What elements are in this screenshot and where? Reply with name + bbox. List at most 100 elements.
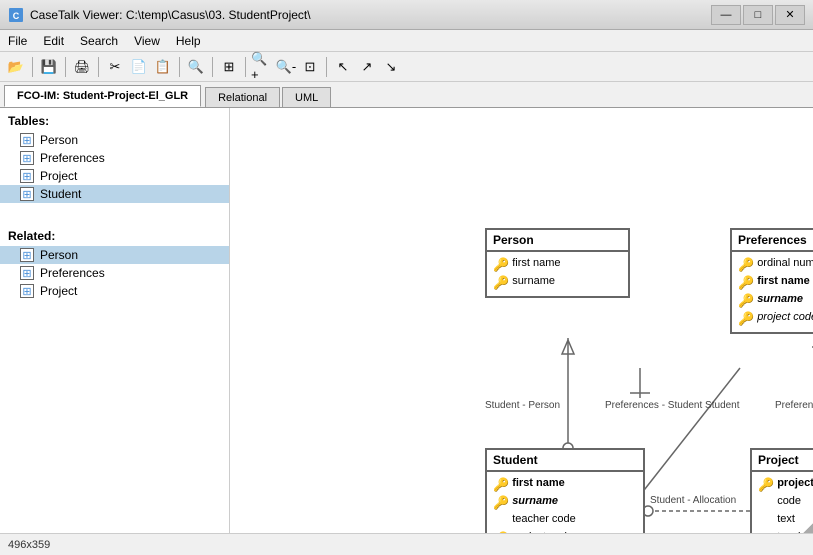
- entity-student-header: Student: [487, 450, 643, 472]
- open-button[interactable]: 📂: [4, 55, 28, 79]
- menu-item-file[interactable]: File: [0, 30, 35, 51]
- copy-button[interactable]: 📄: [127, 55, 151, 79]
- tab-bar: FCO-IM: Student-Project-El_GLR Relationa…: [0, 82, 813, 108]
- entity-preferences-header: Preferences: [732, 230, 813, 252]
- sidebar-item-preferences-table[interactable]: Preferences: [0, 149, 229, 167]
- table-icon-person: [20, 133, 34, 147]
- key-icon-pref-sn: 🔑: [738, 293, 754, 309]
- tab-fco-im[interactable]: FCO-IM: Student-Project-El_GLR: [4, 85, 201, 107]
- app-icon: C: [8, 7, 24, 23]
- table-icon-person-related: [20, 248, 34, 262]
- key-icon-person-sn: 🔑: [493, 275, 509, 291]
- resize-handle[interactable]: [801, 521, 813, 533]
- window-controls: — □ ✕: [711, 5, 805, 25]
- attr-person-surname: 🔑 surname: [493, 274, 622, 292]
- attr-project-projcode: 🔑 project code: [758, 476, 813, 494]
- toolbar-separator-7: [326, 57, 327, 77]
- spacer-icon-student-tc: 🔑: [493, 513, 509, 529]
- related-section-label: Related:: [0, 223, 229, 246]
- tables-section-label: Tables:: [0, 108, 229, 131]
- toolbar-separator-1: [32, 57, 33, 77]
- entity-person-header: Person: [487, 230, 628, 252]
- entity-student[interactable]: Student 🔑 first name 🔑 surname 🔑 teacher…: [485, 448, 645, 533]
- close-button[interactable]: ✕: [775, 5, 805, 25]
- cut-button[interactable]: ✂: [103, 55, 127, 79]
- menu-item-edit[interactable]: Edit: [35, 30, 72, 51]
- key-icon-student-sn: 🔑: [493, 495, 509, 511]
- svg-text:Student - Person: Student - Person: [485, 400, 560, 411]
- main-area: Tables: Person Preferences Project Stude…: [0, 108, 813, 533]
- zoom-in-button[interactable]: 🔍+: [250, 55, 274, 79]
- toolbar-separator-3: [98, 57, 99, 77]
- table-icon-preferences: [20, 151, 34, 165]
- svg-text:Student - Allocation: Student - Allocation: [650, 495, 736, 506]
- entity-person-body: 🔑 first name 🔑 surname: [487, 252, 628, 296]
- menubar: FileEditSearchViewHelp: [0, 30, 813, 52]
- toolbar: 📂 💾 🖨 ✂ 📄 📋 🔍 ⊞ 🔍+ 🔍- ⊡ ↖ ↗ ↘: [0, 52, 813, 82]
- print-button[interactable]: 🖨: [70, 55, 94, 79]
- table-icon-student: [20, 187, 34, 201]
- spacer-icon-project-tc: 🔑: [758, 531, 774, 533]
- table-icon-preferences-related: [20, 266, 34, 280]
- attr-pref-ordinal: 🔑 ordinal number: [738, 256, 813, 274]
- sidebar-item-person-related[interactable]: Person: [0, 246, 229, 264]
- spacer-icon-project-code: 🔑: [758, 495, 774, 511]
- attr-student-surname: 🔑 surname: [493, 494, 637, 512]
- find-button[interactable]: 🔍: [184, 55, 208, 79]
- attr-student-projcode: 🔑 project code: [493, 530, 637, 533]
- pan-button[interactable]: ↘: [379, 55, 403, 79]
- window-title: CaseTalk Viewer: C:\temp\Casus\03. Stude…: [30, 8, 711, 22]
- svg-text:C: C: [13, 11, 20, 21]
- attr-pref-firstname: 🔑 first name: [738, 274, 813, 292]
- key-icon-pref-pc: 🔑: [738, 311, 754, 327]
- sidebar: Tables: Person Preferences Project Stude…: [0, 108, 230, 533]
- toolbar-separator-5: [212, 57, 213, 77]
- select-button[interactable]: ↖: [331, 55, 355, 79]
- sidebar-item-preferences-related[interactable]: Preferences: [0, 264, 229, 282]
- zoom-out-button[interactable]: 🔍-: [274, 55, 298, 79]
- entity-student-body: 🔑 first name 🔑 surname 🔑 teacher code 🔑 …: [487, 472, 643, 533]
- diagram-area[interactable]: Student - Person Preferences - Student S…: [230, 108, 813, 533]
- titlebar: C CaseTalk Viewer: C:\temp\Casus\03. Stu…: [0, 0, 813, 30]
- zoom-fit-button[interactable]: ⊡: [298, 55, 322, 79]
- tab-uml[interactable]: UML: [282, 87, 331, 107]
- attr-student-firstname: 🔑 first name: [493, 476, 637, 494]
- attr-pref-surname: 🔑 surname: [738, 292, 813, 310]
- sidebar-item-student-table[interactable]: Student: [0, 185, 229, 203]
- key-icon-project-pc: 🔑: [758, 477, 774, 493]
- entity-preferences[interactable]: Preferences 🔑 ordinal number 🔑 first nam…: [730, 228, 813, 334]
- arrow-button[interactable]: ↗: [355, 55, 379, 79]
- toolbar-separator-6: [245, 57, 246, 77]
- table-icon-project: [20, 169, 34, 183]
- minimize-button[interactable]: —: [711, 5, 741, 25]
- entity-project-header: Project: [752, 450, 813, 472]
- key-icon-student-fn: 🔑: [493, 477, 509, 493]
- save-button[interactable]: 💾: [37, 55, 61, 79]
- toolbar-separator-4: [179, 57, 180, 77]
- menu-item-view[interactable]: View: [126, 30, 168, 51]
- paste-button[interactable]: 📋: [151, 55, 175, 79]
- status-dimensions: 496x359: [8, 539, 50, 551]
- sidebar-item-project-table[interactable]: Project: [0, 167, 229, 185]
- entity-person[interactable]: Person 🔑 first name 🔑 surname: [485, 228, 630, 298]
- grid-button[interactable]: ⊞: [217, 55, 241, 79]
- menu-item-help[interactable]: Help: [168, 30, 209, 51]
- svg-text:Preferences - Student Student: Preferences - Student Student: [605, 400, 740, 411]
- attr-pref-projcode: 🔑 project code: [738, 310, 813, 328]
- maximize-button[interactable]: □: [743, 5, 773, 25]
- sidebar-item-person-table[interactable]: Person: [0, 131, 229, 149]
- key-icon-pref-fn: 🔑: [738, 275, 754, 291]
- table-icon-project-related: [20, 284, 34, 298]
- key-icon-student-pc: 🔑: [493, 531, 509, 533]
- attr-student-teachercode: 🔑 teacher code: [493, 512, 637, 530]
- sidebar-item-project-related[interactable]: Project: [0, 282, 229, 300]
- key-icon-pref-ord: 🔑: [738, 257, 754, 273]
- attr-person-firstname: 🔑 first name: [493, 256, 622, 274]
- tab-relational[interactable]: Relational: [205, 87, 280, 107]
- menu-item-search[interactable]: Search: [72, 30, 126, 51]
- toolbar-separator-2: [65, 57, 66, 77]
- entity-preferences-body: 🔑 ordinal number 🔑 first name 🔑 surname …: [732, 252, 813, 332]
- key-icon-person-fn: 🔑: [493, 257, 509, 273]
- attr-project-code: 🔑 code: [758, 494, 813, 512]
- svg-text:Preferences - Project: Preferences - Project: [775, 400, 813, 411]
